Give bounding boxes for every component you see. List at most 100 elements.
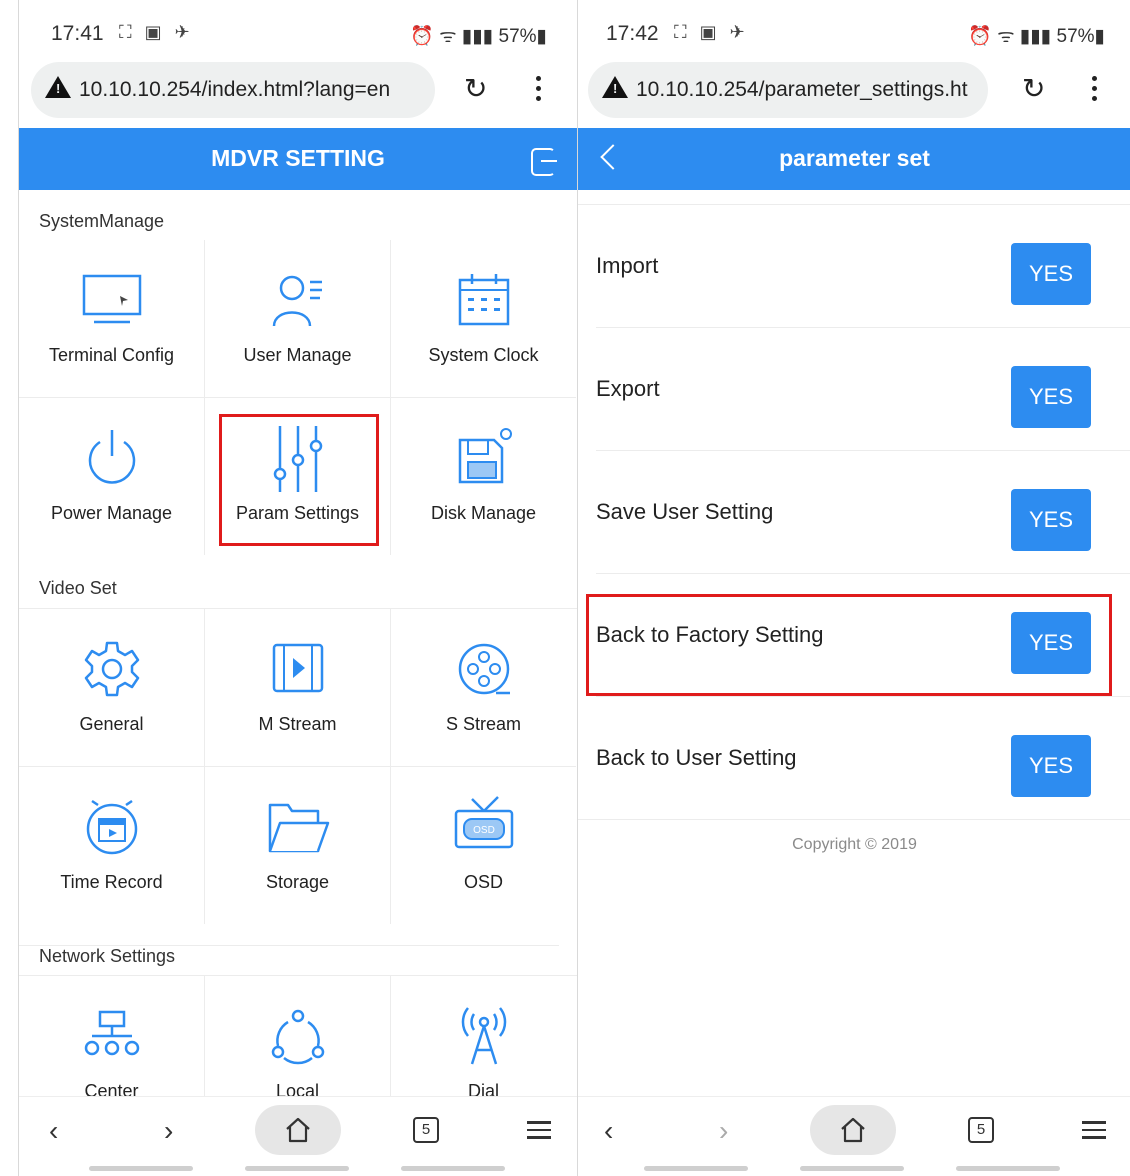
tile-center[interactable]: Center	[19, 976, 205, 1098]
network-tree-icon	[84, 1010, 139, 1056]
status-notification-icons: ⛶ ▣ ✈	[674, 22, 749, 42]
gesture-bar	[956, 1166, 1060, 1171]
tile-user-manage[interactable]: User Manage	[205, 240, 391, 398]
tile-label: Storage	[265, 872, 330, 892]
tile-label: User Manage	[243, 345, 352, 365]
param-row-import: Import YES	[596, 205, 1130, 328]
video-set-grid: General M Stream S Stream Time Record St…	[19, 608, 577, 924]
section-title-video-set: Video Set	[39, 578, 117, 598]
back-to-user-setting-yes-button[interactable]: YES	[1011, 735, 1091, 797]
folder-icon	[268, 803, 329, 853]
forward-icon[interactable]: ›	[164, 1115, 173, 1147]
status-bar: 17:42 ⛶ ▣ ✈ ⏰ ᯤ ▮▮▮ 57%▮	[578, 0, 1130, 60]
tile-system-clock[interactable]: System Clock	[391, 240, 576, 398]
tile-label: Time Record	[60, 872, 163, 892]
param-list: Import YES Export YES Save User Setting …	[578, 204, 1130, 820]
save-user-setting-yes-button[interactable]: YES	[1011, 489, 1091, 551]
param-row-save-user-setting: Save User Setting YES	[596, 451, 1130, 574]
tile-dial[interactable]: Dial	[391, 976, 576, 1098]
tile-power-manage[interactable]: Power Manage	[19, 398, 205, 555]
tile-general[interactable]: General	[19, 609, 205, 767]
film-reel-icon	[458, 643, 510, 695]
tile-label: Terminal Config	[48, 345, 175, 365]
tile-label: S Stream	[445, 714, 522, 734]
app-header: parameter set	[578, 128, 1130, 190]
status-system-icons: ⏰ ᯤ ▮▮▮ 57%▮	[410, 26, 547, 47]
menu-icon[interactable]	[1082, 1121, 1106, 1144]
tile-label: Power Manage	[50, 503, 173, 523]
tv-osd-icon: OSD	[454, 796, 513, 849]
power-icon	[88, 430, 135, 484]
network-settings-grid: Center Local Dial	[19, 975, 577, 1098]
tile-label: System Clock	[428, 345, 539, 365]
status-notification-icons: ⛶ ▣ ✈	[119, 22, 194, 42]
left-phone-screen: 17:41 ⛶ ▣ ✈ ⏰ ᯤ ▮▮▮ 57%▮ 10.10.10.254/in…	[18, 0, 577, 1176]
import-yes-button[interactable]: YES	[1011, 243, 1091, 305]
tile-label: Disk Manage	[430, 503, 537, 523]
param-row-export: Export YES	[596, 328, 1130, 451]
browser-bottom-bar: ‹ › 5	[19, 1096, 577, 1163]
calendar-icon	[458, 274, 509, 326]
back-icon[interactable]: ‹	[49, 1115, 58, 1147]
user-list-icon	[272, 275, 322, 327]
status-bar: 17:41 ⛶ ▣ ✈ ⏰ ᯤ ▮▮▮ 57%▮	[19, 0, 577, 60]
address-bar[interactable]: 10.10.10.254/parameter_settings.ht	[588, 62, 988, 118]
status-time: 17:41	[51, 22, 104, 45]
film-icon	[272, 643, 323, 693]
tile-local[interactable]: Local	[205, 976, 391, 1098]
tile-osd[interactable]: OSD OSD	[391, 767, 576, 924]
floppy-gear-icon	[458, 428, 512, 484]
warning-icon[interactable]	[45, 76, 71, 98]
logout-icon[interactable]	[531, 148, 557, 176]
share-nodes-icon	[271, 1009, 324, 1065]
tabs-count-button[interactable]: 5	[968, 1117, 994, 1143]
param-label: Save User Setting	[596, 499, 774, 524]
param-label: Import	[596, 253, 659, 278]
gesture-bar	[401, 1166, 505, 1171]
more-menu-icon[interactable]	[536, 76, 542, 106]
warning-icon[interactable]	[602, 76, 628, 98]
home-button[interactable]	[810, 1105, 896, 1155]
browser-bottom-bar: ‹ › 5	[578, 1096, 1130, 1163]
param-row-back-to-user-setting: Back to User Setting YES	[578, 697, 1130, 820]
url-text[interactable]: 10.10.10.254/parameter_settings.ht	[636, 78, 968, 102]
param-label: Export	[596, 376, 660, 401]
menu-icon[interactable]	[527, 1121, 551, 1144]
svg-text:OSD: OSD	[473, 825, 495, 836]
tile-storage[interactable]: Storage	[205, 767, 391, 924]
gesture-bar	[89, 1166, 193, 1171]
section-title-network-settings: Network Settings	[19, 945, 559, 967]
tile-label: OSD	[463, 872, 503, 892]
forward-icon[interactable]: ›	[719, 1115, 728, 1147]
address-bar[interactable]: 10.10.10.254/index.html?lang=en	[31, 62, 435, 118]
more-menu-icon[interactable]	[1092, 76, 1098, 106]
monitor-icon	[82, 274, 141, 324]
page-title: MDVR SETTING	[211, 145, 385, 171]
gesture-bar	[644, 1166, 748, 1171]
section-title-system-manage: SystemManage	[39, 211, 165, 231]
clapper-clock-icon	[86, 799, 137, 855]
gesture-bar	[800, 1166, 904, 1171]
page-title: parameter set	[779, 145, 930, 171]
url-text[interactable]: 10.10.10.254/index.html?lang=en	[79, 78, 390, 102]
tile-disk-manage[interactable]: Disk Manage	[391, 398, 576, 555]
reload-icon[interactable]: ↻	[464, 72, 487, 105]
export-yes-button[interactable]: YES	[1011, 366, 1091, 428]
antenna-icon	[461, 1007, 506, 1065]
home-icon	[286, 1117, 310, 1143]
reload-icon[interactable]: ↻	[1022, 72, 1045, 105]
home-icon	[841, 1117, 865, 1143]
status-time: 17:42	[606, 22, 659, 45]
home-button[interactable]	[255, 1105, 341, 1155]
highlight-param-settings	[219, 414, 379, 546]
back-icon[interactable]: ‹	[604, 1115, 613, 1147]
highlight-back-to-factory-setting	[586, 594, 1112, 696]
tile-terminal-config[interactable]: Terminal Config	[19, 240, 205, 398]
right-phone-screen: 17:42 ⛶ ▣ ✈ ⏰ ᯤ ▮▮▮ 57%▮ 10.10.10.254/pa…	[577, 0, 1130, 1176]
tile-m-stream[interactable]: M Stream	[205, 609, 391, 767]
status-system-icons: ⏰ ᯤ ▮▮▮ 57%▮	[968, 26, 1105, 47]
copyright-text: Copyright © 2019	[792, 836, 917, 853]
tile-s-stream[interactable]: S Stream	[391, 609, 576, 767]
tabs-count-button[interactable]: 5	[413, 1117, 439, 1143]
tile-time-record[interactable]: Time Record	[19, 767, 205, 924]
